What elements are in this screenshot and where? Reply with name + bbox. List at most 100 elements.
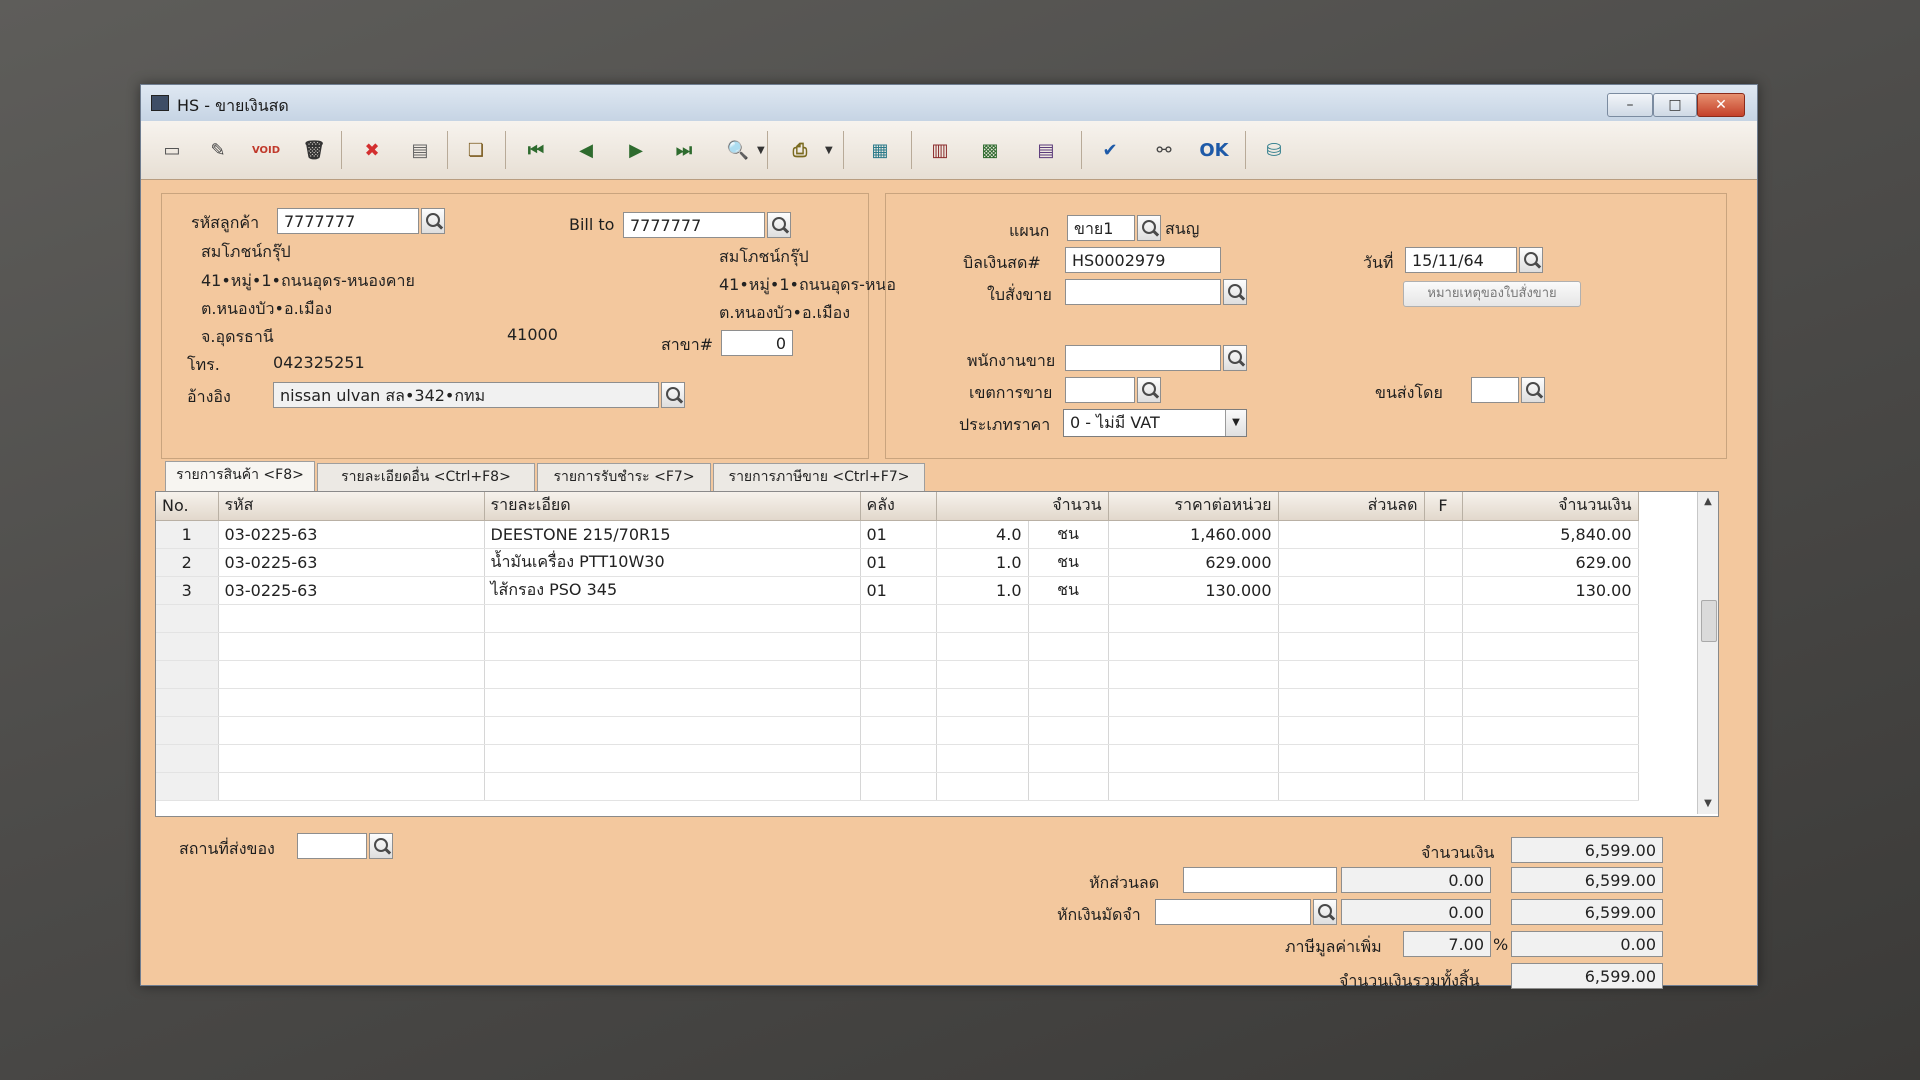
- cell-amount[interactable]: [1462, 744, 1639, 773]
- grid-scrollbar[interactable]: ▲ ▼: [1697, 492, 1718, 814]
- cell-no[interactable]: 2: [156, 548, 219, 577]
- bill-to-field[interactable]: 7777777: [623, 212, 765, 238]
- cell-unit[interactable]: [1028, 716, 1109, 745]
- cell-discount[interactable]: [1278, 604, 1425, 633]
- cell-wh[interactable]: 01: [860, 576, 937, 605]
- order-note-button[interactable]: หมายเหตุของใบสั่งขาย: [1403, 281, 1581, 307]
- cell-desc[interactable]: [484, 744, 861, 773]
- cell-f[interactable]: [1424, 632, 1463, 661]
- cell-wh[interactable]: [860, 716, 937, 745]
- table-row[interactable]: [156, 632, 1639, 661]
- cell-qty[interactable]: [936, 660, 1029, 689]
- customer-code-field[interactable]: 7777777: [277, 208, 419, 234]
- new-icon[interactable]: ▭: [155, 133, 189, 167]
- cell-code[interactable]: [218, 772, 485, 801]
- cell-discount[interactable]: [1278, 576, 1425, 605]
- cell-desc[interactable]: DEESTONE 215/70R15: [484, 520, 861, 549]
- cell-code[interactable]: [218, 660, 485, 689]
- form-icon[interactable]: ▥: [923, 133, 957, 167]
- print-icon[interactable]: ⎙: [783, 133, 817, 167]
- maximize-button[interactable]: □: [1653, 93, 1697, 117]
- cell-code[interactable]: [218, 688, 485, 717]
- cell-amount[interactable]: [1462, 716, 1639, 745]
- department-search-icon[interactable]: [1137, 215, 1161, 241]
- cell-wh[interactable]: [860, 604, 937, 633]
- vat-rate-field[interactable]: 7.00: [1403, 931, 1491, 957]
- bill-to-search-icon[interactable]: [767, 212, 791, 238]
- cell-f[interactable]: [1424, 744, 1463, 773]
- cell-amount[interactable]: 130.00: [1462, 576, 1639, 605]
- cell-price[interactable]: [1108, 604, 1279, 633]
- cell-f[interactable]: [1424, 660, 1463, 689]
- customer-search-icon[interactable]: [421, 208, 445, 234]
- tab-sales-tax[interactable]: รายการภาษีขาย <Ctrl+F7>: [713, 463, 925, 491]
- shipping-field[interactable]: [1471, 377, 1519, 403]
- cell-f[interactable]: [1424, 520, 1463, 549]
- cell-price[interactable]: 1,460.000: [1108, 520, 1279, 549]
- date-picker-icon[interactable]: [1519, 247, 1543, 273]
- column-f[interactable]: F: [1424, 492, 1463, 521]
- cell-qty[interactable]: [936, 772, 1029, 801]
- column-discount[interactable]: ส่วนลด: [1278, 492, 1425, 521]
- cell-code[interactable]: [218, 604, 485, 633]
- table-row[interactable]: [156, 688, 1639, 717]
- table-row[interactable]: 3 03-0225-63 ไส้กรอง PSO 345 01 1.0 ชน 130.000…: [156, 576, 1639, 605]
- find-dropdown-icon[interactable]: ▼: [757, 145, 765, 156]
- previous-record-icon[interactable]: ◀: [569, 133, 603, 167]
- cell-unit[interactable]: [1028, 772, 1109, 801]
- cell-discount[interactable]: [1278, 548, 1425, 577]
- cell-qty[interactable]: 4.0: [936, 520, 1029, 549]
- cell-price[interactable]: [1108, 632, 1279, 661]
- calculator-icon[interactable]: ▩: [973, 133, 1007, 167]
- scroll-thumb[interactable]: [1701, 600, 1717, 642]
- cell-wh[interactable]: 01: [860, 548, 937, 577]
- cell-wh[interactable]: 01: [860, 520, 937, 549]
- cell-f[interactable]: [1424, 772, 1463, 801]
- table-row[interactable]: 2 03-0225-63 น้ำมันเครื่อง PTT10W30 01 1.0 ชน…: [156, 548, 1639, 577]
- column-description[interactable]: รายละเอียด: [484, 492, 861, 521]
- reuse-icon[interactable]: ▤: [1029, 133, 1063, 167]
- branch-field[interactable]: 0: [721, 330, 793, 356]
- column-amount[interactable]: จำนวนเงิน: [1462, 492, 1639, 521]
- report-icon[interactable]: ▦: [863, 133, 897, 167]
- sales-order-search-icon[interactable]: [1223, 279, 1247, 305]
- cell-price[interactable]: [1108, 688, 1279, 717]
- table-row[interactable]: [156, 716, 1639, 745]
- last-record-icon[interactable]: ⏭: [667, 133, 701, 167]
- cell-unit[interactable]: [1028, 604, 1109, 633]
- cell-wh[interactable]: [860, 632, 937, 661]
- cell-qty[interactable]: [936, 744, 1029, 773]
- cell-qty[interactable]: 1.0: [936, 548, 1029, 577]
- deposit-search-icon[interactable]: [1313, 899, 1337, 925]
- print-dropdown-icon[interactable]: ▼: [825, 145, 833, 156]
- table-row[interactable]: 1 03-0225-63 DEESTONE 215/70R15 01 4.0 ชน 1,46…: [156, 520, 1639, 549]
- cell-discount[interactable]: [1278, 660, 1425, 689]
- table-row[interactable]: [156, 660, 1639, 689]
- void-icon[interactable]: VOID: [249, 133, 283, 167]
- save-icon[interactable]: ▤: [403, 133, 437, 167]
- cell-discount[interactable]: [1278, 520, 1425, 549]
- cell-desc[interactable]: [484, 632, 861, 661]
- table-row[interactable]: [156, 772, 1639, 801]
- ok-icon[interactable]: OK: [1197, 133, 1231, 167]
- cell-desc[interactable]: [484, 604, 861, 633]
- copy-icon[interactable]: ❏: [459, 133, 493, 167]
- chevron-down-icon[interactable]: ▼: [1225, 410, 1246, 436]
- cell-amount[interactable]: 5,840.00: [1462, 520, 1639, 549]
- cell-price[interactable]: [1108, 660, 1279, 689]
- cell-no[interactable]: [156, 772, 219, 801]
- cell-amount[interactable]: [1462, 772, 1639, 801]
- column-unit-price[interactable]: ราคาต่อหน่วย: [1108, 492, 1279, 521]
- cell-desc[interactable]: [484, 688, 861, 717]
- deposit-value-field[interactable]: 0.00: [1341, 899, 1491, 925]
- cell-no[interactable]: [156, 632, 219, 661]
- cell-wh[interactable]: [860, 660, 937, 689]
- cell-unit[interactable]: ชน: [1028, 548, 1109, 577]
- cell-amount[interactable]: 629.00: [1462, 548, 1639, 577]
- approve-icon[interactable]: ✔: [1093, 133, 1127, 167]
- cell-price[interactable]: [1108, 744, 1279, 773]
- cell-no[interactable]: 1: [156, 520, 219, 549]
- cell-wh[interactable]: [860, 744, 937, 773]
- cancel-icon[interactable]: ✖: [355, 133, 389, 167]
- cell-discount[interactable]: [1278, 716, 1425, 745]
